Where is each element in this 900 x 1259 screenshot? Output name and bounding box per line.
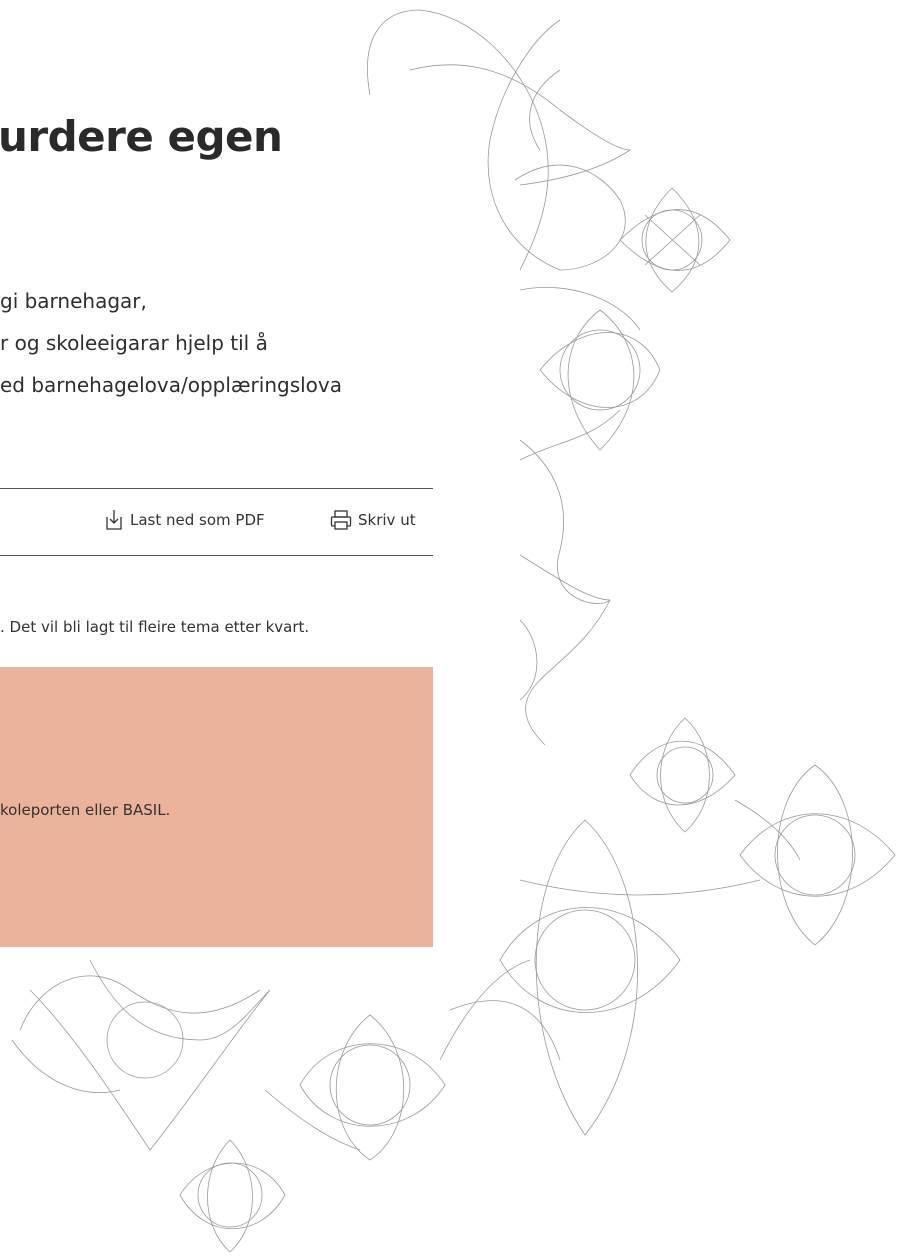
intro-line: gi barnehagar, <box>0 289 147 313</box>
intro-line: r og skoleeigarar hjelp til å <box>0 331 268 355</box>
info-note: . Det vil bli lagt til fleire tema etter… <box>0 618 310 636</box>
download-pdf-button[interactable]: Last ned som PDF <box>104 509 265 531</box>
article-toolbar: Last ned som PDF Skriv ut <box>0 488 433 556</box>
callout-box: koleporten eller BASIL. <box>0 667 433 947</box>
article-content: urdere egen gi barnehagar, r og skoleeig… <box>0 0 433 1259</box>
page-title: urdere egen <box>0 112 283 161</box>
print-label: Skriv ut <box>358 511 416 529</box>
download-icon <box>104 509 124 531</box>
download-pdf-label: Last ned som PDF <box>130 511 265 529</box>
intro-line: ed barnehagelova/opplæringslova <box>0 373 342 397</box>
callout-text: koleporten eller BASIL. <box>0 801 171 819</box>
intro-paragraph: gi barnehagar, r og skoleeigarar hjelp t… <box>0 280 440 406</box>
printer-icon <box>330 509 352 531</box>
print-button[interactable]: Skriv ut <box>330 509 416 531</box>
